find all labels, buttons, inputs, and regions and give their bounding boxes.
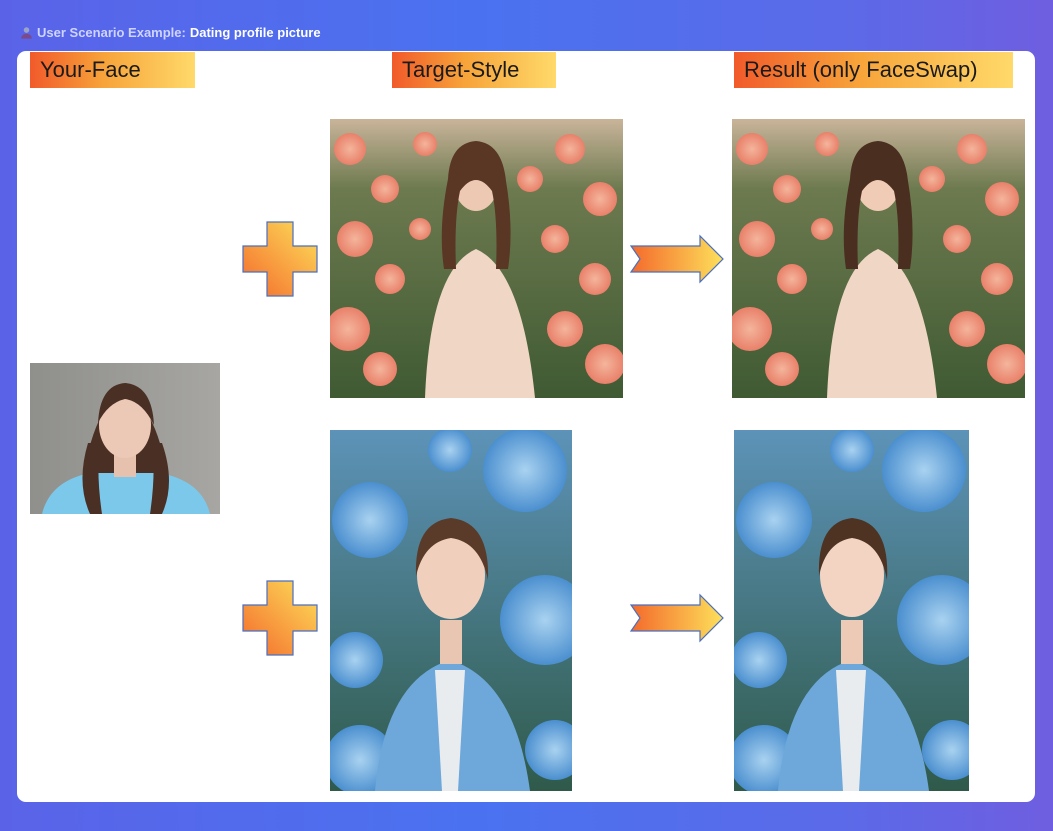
right-arrow-icon — [629, 593, 724, 643]
your-face-photo — [30, 363, 220, 514]
result-label: Result (only FaceSwap) — [734, 52, 1013, 88]
target-style-photo-blue-flowers — [330, 430, 572, 791]
plus-symbol-icon — [242, 580, 318, 656]
result-photo-roses — [732, 119, 1025, 398]
scenario-title: Dating profile picture — [189, 24, 321, 40]
target-style-photo-roses — [330, 119, 623, 398]
right-arrow-icon — [629, 234, 724, 284]
your-face-label: Your-Face — [30, 52, 195, 88]
result-photo-blue-flowers — [734, 430, 969, 791]
user-icon — [21, 26, 32, 39]
example-card: Your-Face Target-Style Result (only Face… — [17, 51, 1035, 802]
target-style-label: Target-Style — [392, 52, 556, 88]
scenario-prefix: User Scenario Example: — [37, 24, 186, 40]
plus-symbol-icon — [242, 221, 318, 297]
scenario-header: User Scenario Example: Dating profile pi… — [20, 22, 321, 42]
